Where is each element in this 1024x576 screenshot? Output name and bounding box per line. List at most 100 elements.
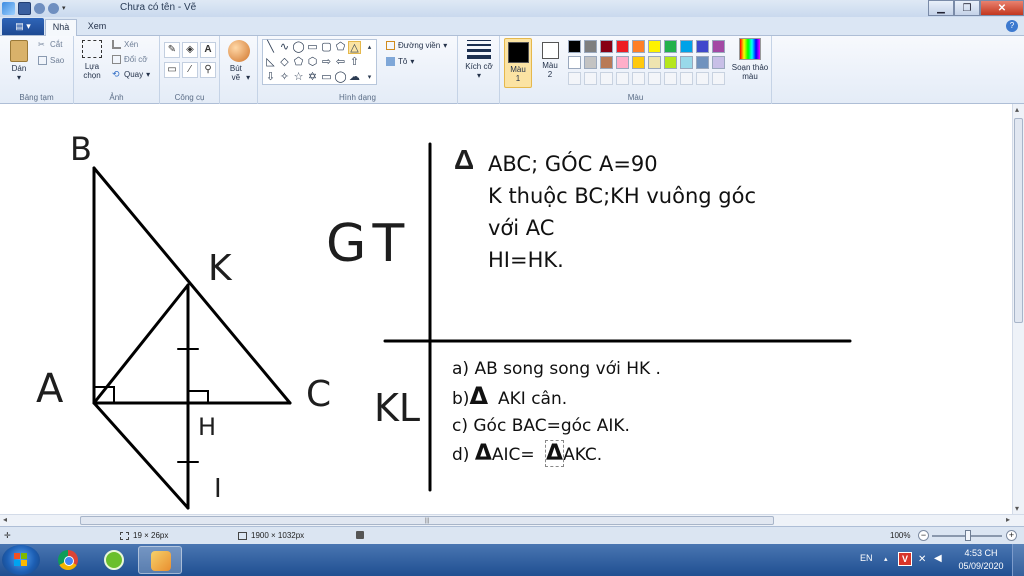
crop-button[interactable]: Xén <box>112 40 138 49</box>
size-button[interactable]: Kích cỡ ▾ <box>462 40 496 80</box>
taskbar-chrome[interactable] <box>46 546 90 574</box>
help-icon[interactable]: ? <box>1006 20 1018 32</box>
callout-rect-shape-icon[interactable]: ▭ <box>320 71 333 84</box>
antivirus-tray-icon[interactable]: V <box>898 552 912 566</box>
star4-shape-icon[interactable]: ✧ <box>278 71 291 84</box>
palette-swatch[interactable] <box>696 40 709 53</box>
redo-icon[interactable] <box>48 3 59 14</box>
palette-swatch[interactable] <box>584 56 597 69</box>
arrow-down-shape-icon[interactable]: ⇩ <box>264 71 277 84</box>
palette-swatch[interactable] <box>568 56 581 69</box>
vertical-scroll-thumb[interactable] <box>1014 118 1023 323</box>
palette-swatch[interactable] <box>632 56 645 69</box>
palette-swatch[interactable] <box>712 40 725 53</box>
paint-app-icon[interactable] <box>2 2 15 15</box>
palette-swatch[interactable] <box>600 40 613 53</box>
show-desktop-button[interactable] <box>1012 544 1024 576</box>
palette-custom-slot[interactable] <box>600 72 613 85</box>
save-icon[interactable] <box>18 2 31 15</box>
palette-swatch[interactable] <box>648 56 661 69</box>
zoom-out-button[interactable]: − <box>918 530 929 541</box>
palette-custom-slot[interactable] <box>568 72 581 85</box>
edit-colors-button[interactable]: Soạn thảo màu <box>730 38 770 81</box>
pentagon-shape-icon[interactable]: ⬠ <box>292 56 305 69</box>
outline-button[interactable]: Đường viền ▾ <box>386 41 447 50</box>
select-button[interactable]: Lựa chọn <box>78 40 106 80</box>
palette-swatch[interactable] <box>680 40 693 53</box>
rounded-rect-shape-icon[interactable]: ▢ <box>320 41 333 54</box>
scroll-right-arrow-icon[interactable]: ▸ <box>1006 515 1010 524</box>
cut-button[interactable]: ✂ Cắt <box>38 40 62 49</box>
palette-custom-slot[interactable] <box>664 72 677 85</box>
scroll-up-icon[interactable]: ▴ <box>363 41 376 54</box>
diamond-shape-icon[interactable]: ◇ <box>278 56 291 69</box>
palette-swatch[interactable] <box>664 56 677 69</box>
palette-custom-slot[interactable] <box>632 72 645 85</box>
palette-custom-slot[interactable] <box>680 72 693 85</box>
palette-swatch[interactable] <box>568 40 581 53</box>
start-button[interactable] <box>2 545 40 575</box>
color1-button[interactable]: Màu 1 <box>504 38 532 88</box>
arrow-left-shape-icon[interactable]: ⇦ <box>334 56 347 69</box>
expand-gallery-icon[interactable]: ▾ <box>363 71 376 84</box>
resize-button[interactable]: Đổi cỡ <box>112 55 147 64</box>
color2-button[interactable]: Màu 2 <box>536 38 564 79</box>
maximize-button[interactable]: ❐ <box>954 0 980 16</box>
horizontal-scrollbar[interactable]: ◂ ||| ▸ <box>0 514 1024 526</box>
star6-shape-icon[interactable]: ✡ <box>306 71 319 84</box>
zoom-in-button[interactable]: + <box>1006 530 1017 541</box>
drawing-canvas[interactable]: B K A C H I GT KL Δ ABC; GÓC A=90 K thuộ… <box>0 104 1012 514</box>
clock[interactable]: 4:53 CH 05/09/2020 <box>954 547 1008 573</box>
brushes-button[interactable]: Bút vẽ ▾ <box>224 40 254 82</box>
copy-button[interactable]: Sao <box>38 56 64 65</box>
fill-bucket-icon[interactable]: ◈ <box>182 42 198 58</box>
cloud-shape-icon[interactable]: ☁ <box>348 71 361 84</box>
palette-custom-slot[interactable] <box>584 72 597 85</box>
palette-swatch[interactable] <box>632 40 645 53</box>
text-tool-icon[interactable]: A <box>200 42 216 58</box>
horizontal-scroll-thumb[interactable]: ||| <box>80 516 774 525</box>
scroll-down-arrow-icon[interactable]: ▾ <box>1015 504 1019 513</box>
vertical-scrollbar[interactable]: ▴ ▾ <box>1012 104 1024 514</box>
palette-swatch[interactable] <box>616 56 629 69</box>
hexagon-shape-icon[interactable]: ⬡ <box>306 56 319 69</box>
taskbar-app-green[interactable] <box>92 546 136 574</box>
rectangle-shape-icon[interactable]: ▭ <box>306 41 319 54</box>
palette-custom-slot[interactable] <box>648 72 661 85</box>
customize-toolbar-icon[interactable]: ▾ <box>62 5 70 13</box>
palette-swatch[interactable] <box>712 56 725 69</box>
magnifier-icon[interactable]: ⚲ <box>200 62 216 78</box>
paste-button[interactable]: Dán ▾ <box>4 40 34 82</box>
star5-shape-icon[interactable]: ☆ <box>292 71 305 84</box>
eraser-icon[interactable]: ▭ <box>164 62 180 78</box>
right-triangle-shape-icon[interactable]: ◺ <box>264 56 277 69</box>
scroll-left-arrow-icon[interactable]: ◂ <box>3 515 7 524</box>
fill-button[interactable]: Tô ▾ <box>386 57 414 66</box>
tray-expand-icon[interactable]: ▴ <box>884 555 888 576</box>
language-indicator[interactable]: EN <box>860 553 873 576</box>
close-button[interactable]: ✕ <box>980 0 1024 16</box>
scroll-up-arrow-icon[interactable]: ▴ <box>1015 105 1019 114</box>
network-icon[interactable]: ✕ <box>918 554 926 576</box>
undo-icon[interactable] <box>34 3 45 14</box>
polygon-shape-icon[interactable]: ⬠ <box>334 41 347 54</box>
palette-swatch[interactable] <box>648 40 661 53</box>
volume-icon[interactable]: ◀ <box>934 553 942 576</box>
palette-custom-slot[interactable] <box>616 72 629 85</box>
zoom-slider-knob[interactable] <box>965 530 971 541</box>
palette-swatch[interactable] <box>664 40 677 53</box>
palette-custom-slot[interactable] <box>712 72 725 85</box>
pencil-icon[interactable]: ✎ <box>164 42 180 58</box>
minimize-button[interactable]: ▁ <box>928 0 954 16</box>
triangle-shape-icon[interactable]: △ <box>348 41 361 54</box>
palette-swatch[interactable] <box>696 56 709 69</box>
palette-swatch[interactable] <box>600 56 613 69</box>
palette-swatch[interactable] <box>680 56 693 69</box>
arrow-right-shape-icon[interactable]: ⇨ <box>320 56 333 69</box>
file-menu-button[interactable]: ▤ ▾ <box>2 18 44 35</box>
tab-view[interactable]: Xem <box>82 19 112 36</box>
callout-oval-shape-icon[interactable]: ◯ <box>334 71 347 84</box>
arrow-up-shape-icon[interactable]: ⇧ <box>348 56 361 69</box>
rotate-button[interactable]: ⟲ Quay ▾ <box>112 70 150 80</box>
palette-swatch[interactable] <box>616 40 629 53</box>
